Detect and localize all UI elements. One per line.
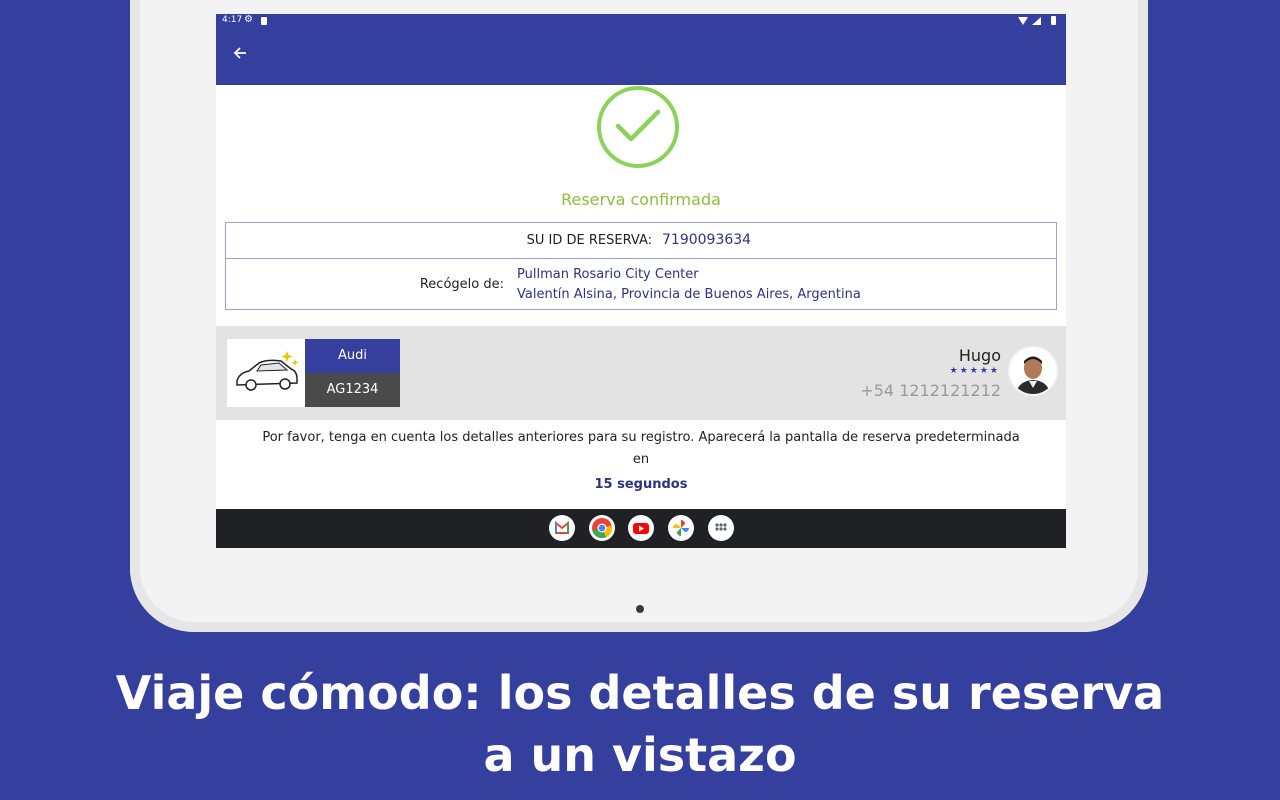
sd-card-icon [261,17,267,25]
caption-line-2: a un vistazo [483,728,797,782]
apps-icon[interactable] [708,515,734,541]
driver-avatar [1010,348,1056,394]
battery-icon [1051,16,1056,25]
car-plate: AG1234 [305,373,400,407]
back-arrow-icon[interactable] [230,43,250,63]
booking-confirmed-title: Reserva confirmada [561,190,721,209]
countdown-text: 15 segundos [594,477,688,492]
signal-icon [1032,17,1041,25]
success-check-icon [597,86,679,168]
car-icon [227,339,305,407]
booking-id-label: SU ID DE RESERVA: [526,233,652,248]
car-brand: Audi [305,339,400,373]
caption-line-1: Viaje cómodo: los detalles de su reserva [115,666,1165,720]
app-bar [216,28,1066,85]
booking-id-value: 7190093634 [662,232,752,248]
booking-info-box: SU ID DE RESERVA: 7190093634 Recógelo de… [225,222,1057,310]
wifi-icon [1018,17,1028,25]
driver-rating-stars: ★★★★★ [949,366,1000,376]
notice-line-2: en [632,452,650,467]
notice-line-1: Por favor, tenga en cuenta los detalles … [262,430,1020,445]
notice-text: Por favor, tenga en cuenta los detalles … [216,427,1066,471]
gmail-icon[interactable] [549,515,575,541]
pickup-label: Recógelo de: [419,277,504,292]
promo-caption: Viaje cómodo: los detalles de su reserva… [0,662,1280,786]
youtube-icon[interactable] [628,515,654,541]
settings-gear-icon: ⚙ [244,14,253,25]
device-screen: 4:17 ⚙ Reserva confirmada SU ID DE RESER… [216,14,1066,548]
pickup-address: Valentín Alsina, Provincia de Buenos Air… [517,287,861,302]
booking-id-row: SU ID DE RESERVA: 7190093634 [226,223,1056,259]
pickup-place: Pullman Rosario City Center [517,267,699,282]
android-dock [216,509,1066,548]
photos-icon[interactable] [668,515,694,541]
driver-vehicle-band: Audi AG1234 Hugo ★★★★★ +54 1212121212 [216,326,1066,420]
status-bar: 4:17 ⚙ [216,14,1066,28]
chrome-icon[interactable] [589,515,615,541]
driver-phone[interactable]: +54 1212121212 [860,381,1001,400]
status-time: 4:17 [222,15,243,25]
driver-name: Hugo [958,346,1001,365]
tablet-camera-dot [636,605,644,613]
